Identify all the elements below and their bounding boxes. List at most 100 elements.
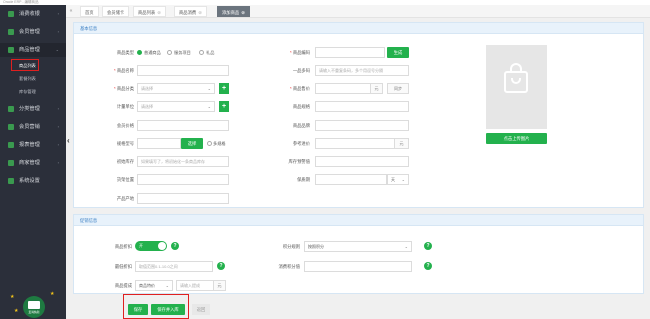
- tab-label: 首页: [85, 10, 94, 15]
- code-label: * 商品编码: [289, 50, 310, 55]
- member-icon: [8, 29, 14, 35]
- spec-model-input[interactable]: [137, 138, 181, 149]
- origin-input[interactable]: [137, 193, 229, 204]
- tab-goods-list[interactable]: 商品列表 ⊗: [133, 6, 166, 17]
- radio-normal[interactable]: [137, 50, 142, 55]
- points-value-input[interactable]: [304, 261, 412, 272]
- add-unit-button[interactable]: +: [219, 101, 229, 112]
- image-placeholder[interactable]: [486, 45, 547, 129]
- tab-add-goods[interactable]: 添加商品 ⊗: [217, 6, 250, 17]
- ref-price-label: 参考进价: [292, 141, 310, 146]
- name-input[interactable]: [137, 65, 229, 76]
- choose-button[interactable]: 选择: [181, 138, 203, 149]
- chevron-down-icon: ⌄: [55, 47, 59, 52]
- help-icon[interactable]: ?: [217, 262, 225, 270]
- save-button[interactable]: 保存: [128, 304, 148, 315]
- close-icon[interactable]: ⊗: [198, 10, 202, 15]
- goods-icon: [8, 47, 14, 53]
- barcode-input[interactable]: 请输入不重复条码，多个用逗号分隔: [315, 65, 409, 76]
- collapse-chevron-icon[interactable]: ‹: [67, 136, 70, 145]
- radio-gift[interactable]: [199, 50, 204, 55]
- radio-service[interactable]: [167, 50, 172, 55]
- warranty-unit-text: 天: [391, 177, 395, 182]
- price-input[interactable]: [315, 83, 371, 94]
- stock-warn-label: 库存预警值: [288, 159, 310, 164]
- sidebar-subitem-stock[interactable]: 库存管理: [19, 86, 36, 97]
- points-rule-label: 积分规则: [282, 244, 300, 249]
- init-stock-input[interactable]: 如果填写了，将初始化一条商品库存: [137, 156, 229, 167]
- sidebar-item-category[interactable]: 分类管理 ›: [0, 102, 66, 116]
- ref-price-unit: 元: [395, 138, 409, 149]
- price-label-text: 商品售价: [292, 86, 310, 91]
- ref-price-input[interactable]: [315, 138, 395, 149]
- tab-goods-consume[interactable]: 商品消费 ⊗: [174, 6, 207, 17]
- warranty-unit-select[interactable]: 天 ⌄: [387, 174, 409, 185]
- tab-member-card[interactable]: 会员储卡: [102, 6, 130, 17]
- sidebar-item-shop[interactable]: 商家管理 ›: [0, 156, 66, 170]
- points-rule-text: 按照积分: [308, 244, 324, 249]
- sidebar-subitem-package-list[interactable]: 套餐列表: [19, 73, 36, 84]
- close-icon[interactable]: ⊗: [241, 10, 245, 15]
- shelf-input[interactable]: [137, 174, 229, 185]
- member-price-input[interactable]: [137, 120, 229, 131]
- add-category-button[interactable]: +: [219, 83, 229, 94]
- discount-label: 商品折扣: [114, 244, 132, 249]
- sidebar-item-settings[interactable]: 系统设置: [0, 174, 66, 188]
- help-icon[interactable]: ?: [424, 262, 432, 270]
- warranty-input[interactable]: [315, 174, 387, 185]
- category-select[interactable]: 请选择 ⌄: [137, 83, 215, 94]
- points-rule-select[interactable]: 按照积分 ⌄: [304, 241, 412, 252]
- min-discount-input[interactable]: 取值范围0.1-10.0之间: [135, 261, 213, 272]
- commission-label: 商品提成: [114, 283, 132, 288]
- radio-service-label: 服务项目: [174, 50, 191, 55]
- chevron-down-icon: ⌄: [165, 283, 169, 288]
- tab-scroll-left-icon[interactable]: «: [66, 5, 76, 18]
- tab-home[interactable]: 首页: [80, 6, 99, 17]
- help-icon[interactable]: ?: [424, 242, 432, 250]
- warranty-label: 保质期: [297, 177, 310, 182]
- sidebar-item-label: 报表管理: [19, 142, 40, 148]
- panel-title: 促销信息: [74, 215, 643, 226]
- sidebar-item-goods[interactable]: 商品管理 ⌄: [0, 43, 66, 57]
- sidebar-item-reports[interactable]: 报表管理 ›: [0, 138, 66, 152]
- save-and-stock-button[interactable]: 保存并入库: [151, 304, 185, 315]
- settings-icon: [8, 178, 14, 184]
- type-label: 商品类型: [116, 50, 134, 55]
- app-logo: 爱尚纳新: [23, 296, 45, 318]
- code-label-text: 商品编码: [292, 50, 310, 55]
- commission-type-select[interactable]: 商品特价 ⌄: [135, 280, 173, 291]
- generate-button[interactable]: 生成: [387, 47, 409, 58]
- star-icon: ★: [14, 308, 19, 314]
- sidebar-item-marketing[interactable]: 会员营销 ›: [0, 120, 66, 134]
- back-button[interactable]: 返回: [192, 304, 210, 315]
- sidebar-item-label: 会员管理: [19, 29, 40, 35]
- chevron-right-icon: ›: [57, 29, 59, 34]
- tab-label: 添加商品: [222, 10, 240, 15]
- toggle-knob: [158, 242, 166, 250]
- commission-input[interactable]: 请输入提成: [176, 280, 214, 291]
- sync-button[interactable]: 同步: [387, 83, 409, 94]
- upload-image-button[interactable]: 点击上传图片: [486, 133, 547, 144]
- sidebar-item-members[interactable]: 会员管理 ›: [0, 25, 66, 39]
- unit-select[interactable]: 请选择 ⌄: [137, 101, 215, 112]
- min-discount-label: 最低折扣: [114, 264, 132, 269]
- close-icon[interactable]: ⊗: [157, 10, 161, 15]
- points-value-label: 消费积分值: [278, 264, 300, 269]
- chevron-right-icon: ›: [57, 160, 59, 165]
- brand-input[interactable]: [315, 120, 409, 131]
- sidebar: 消费收银 › 会员管理 › 商品管理 ⌄ 商品列表 套餐列表 库存管理 分类管理…: [0, 5, 66, 319]
- stock-warn-input[interactable]: [315, 156, 409, 167]
- init-stock-label: 初始库存: [116, 159, 134, 164]
- spec-input[interactable]: [315, 101, 409, 112]
- discount-toggle[interactable]: 开: [135, 241, 167, 251]
- category-select-text: 请选择: [141, 86, 153, 91]
- sidebar-item-cashier[interactable]: 消费收银 ›: [0, 7, 66, 21]
- multi-spec-checkbox[interactable]: [207, 141, 212, 146]
- member-price-label: 会员价格: [116, 123, 134, 128]
- book-icon: [28, 301, 40, 309]
- origin-label: 产品产地: [116, 196, 134, 201]
- marketing-icon: [8, 124, 14, 130]
- shop-icon: [8, 160, 14, 166]
- code-input[interactable]: [315, 47, 385, 58]
- help-icon[interactable]: ?: [171, 242, 179, 250]
